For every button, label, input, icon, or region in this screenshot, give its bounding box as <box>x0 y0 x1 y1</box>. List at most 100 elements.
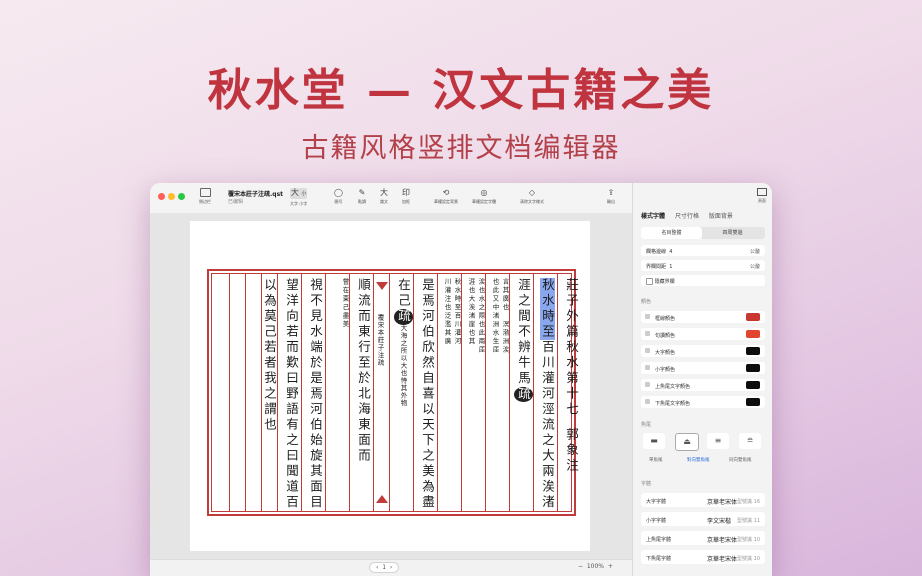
column-gap-field[interactable]: 界欄間距 1 公釐 <box>641 260 765 271</box>
text-column[interactable]: 涯之間不辨牛馬疏 <box>511 274 533 515</box>
prev-page-button[interactable]: ‹ <box>376 564 378 571</box>
zoom-out-button[interactable]: − <box>578 563 583 570</box>
eraser-icon: ◇ <box>528 188 536 197</box>
font-row[interactable]: 上魚尾字體 京華老宋体 型號識 10 <box>641 531 765 545</box>
document-canvas: 莊子外篇秋水第十七郭象注 秋水時至百川灌河涇流之大兩涘渚 涯之間不辨牛馬疏 言其… <box>150 213 632 576</box>
font-row[interactable]: 大字字體 京華老宋体 型號識 16 <box>641 493 765 507</box>
segment-double[interactable]: 四周雙邊 <box>702 227 763 239</box>
tab-layout-background[interactable]: 版面背景 <box>709 213 733 220</box>
font-row[interactable]: 下魚尾字體 京華老宋体 型號識 10 <box>641 550 765 564</box>
small-text-column[interactable]: 涯也大涘渚崖也其 <box>465 274 475 515</box>
zoom-in-button[interactable]: + <box>608 563 613 570</box>
circled-mark: 疏 <box>514 386 533 402</box>
color-section-title: 顏色 <box>641 299 652 305</box>
single-fishtail-icon[interactable]: ▬ <box>643 433 665 449</box>
font-size-label: 大字 小字 <box>290 201 308 206</box>
zoom-window-button[interactable] <box>178 193 185 200</box>
small-text-column[interactable]: 嘗在東己盡美 <box>339 274 349 515</box>
inspector-panel: ⇪ 輸出 頁面 樣式字體 尺寸行格 版面背景 名目整體 四周雙邊 欄格邊線 4 公… <box>607 183 772 576</box>
small-text-column[interactable]: 秋水時至百川灌河 <box>451 274 461 515</box>
share-icon: ⇪ <box>607 188 615 197</box>
set-background-button[interactable]: ⟲ 華權設定背景 <box>434 188 458 205</box>
small-font-glyph: 小 <box>301 191 307 197</box>
app-window: 侧边栏 覆宋本莊子注疏.qst 已编辑 大 小 大字 小字 ◯ 圈号 ✎ 點讀 大識… <box>150 183 772 576</box>
text-column[interactable]: 秋水時至百川灌河涇流之大兩涘渚 <box>535 274 557 515</box>
font-icon: ◎ <box>480 188 488 197</box>
color-row[interactable]: 框線顏色 <box>641 311 765 323</box>
color-row[interactable]: 上魚尾文字顏色 <box>641 379 765 391</box>
small-text-column[interactable]: 川灌注也泛濫其廣 <box>441 274 451 515</box>
fishtail-section-title: 魚尾 <box>641 422 652 428</box>
color-row[interactable]: 小字顏色 <box>641 362 765 374</box>
parallel-fishtail-icon[interactable]: ≡ <box>707 433 729 449</box>
hero-subtitle: 古籍风格竖排文档编辑器 <box>301 133 621 164</box>
brush-icon: ✎ <box>358 188 366 197</box>
hide-rules-checkbox[interactable]: 隱藏界欄 <box>641 275 765 286</box>
close-window-button[interactable] <box>158 193 165 200</box>
font-row[interactable]: 小字字體 李文宋楷 型號識 11 <box>641 512 765 526</box>
page-panel-button[interactable]: 頁面 <box>757 188 767 204</box>
text-column[interactable]: 以為莫己若者我之謂也 <box>262 274 279 515</box>
border-style-segmented: 名目整體 四周雙邊 <box>641 227 765 239</box>
big-font-glyph: 大 <box>290 188 299 197</box>
color-row[interactable]: 下魚尾文字顏色 <box>641 396 765 408</box>
export-button[interactable]: ⇪ 輸出 <box>607 188 615 205</box>
font-size-toggle[interactable]: 大 小 大字 小字 <box>290 188 308 207</box>
text-column[interactable]: 莊子外篇秋水第十七郭象注 <box>559 274 581 515</box>
background-icon: ⟲ <box>442 188 450 197</box>
fishtail-title: 覆宋本莊子注疏 <box>376 314 384 367</box>
color-swatch[interactable] <box>746 330 760 338</box>
text-column[interactable]: 是焉河伯欣然自喜以天下之美為盡 <box>415 274 437 515</box>
color-swatch[interactable] <box>746 381 760 389</box>
text-column[interactable]: 順流而東行至於北海東面而 <box>351 274 373 515</box>
color-swatch[interactable] <box>746 347 760 355</box>
font-section-title: 字體 <box>641 481 652 487</box>
sidebar-icon <box>199 188 211 197</box>
paper-page: 莊子外篇秋水第十七郭象注 秋水時至百川灌河涇流之大兩涘渚 涯之間不辨牛馬疏 言其… <box>190 221 590 551</box>
panel-icon <box>757 188 767 196</box>
page-navigator: ‹ 1 › <box>369 562 400 573</box>
small-text-column[interactable]: 也此又中渚洲水生厓 <box>489 274 499 515</box>
fishtail-column: 覆宋本莊子注疏 <box>374 274 390 511</box>
character-icon: 大 <box>380 188 388 197</box>
segment-single[interactable]: 名目整體 <box>641 227 702 239</box>
color-row[interactable]: 句讀顏色 <box>641 328 765 340</box>
lower-fishtail <box>376 495 388 503</box>
upper-fishtail <box>376 282 388 290</box>
seal-icon: 印 <box>402 188 410 197</box>
set-font-button[interactable]: ◎ 華權設定字體 <box>472 188 496 205</box>
page-frame: 莊子外篇秋水第十七郭象注 秋水時至百川灌河涇流之大兩涘渚 涯之間不辨牛馬疏 言其… <box>207 269 579 516</box>
color-swatch[interactable] <box>746 364 760 372</box>
document-status: 已编辑 <box>228 199 244 205</box>
add-frame-button[interactable]: 印加框 <box>402 188 410 205</box>
hero-title: 秋水堂 — 汉文古籍之美 <box>207 65 715 116</box>
circle-mark-button[interactable]: ◯ 圈号 <box>334 188 343 205</box>
checkbox-icon <box>646 278 653 285</box>
circled-mark: 疏 <box>394 309 413 325</box>
text-style-button[interactable]: 大識文 <box>380 188 388 205</box>
border-width-field[interactable]: 欄格邊線 4 公釐 <box>641 245 765 256</box>
text-column[interactable]: 在己疏大海之所以大也恃其外物 <box>391 274 413 515</box>
panel-tabs: 樣式字體 尺寸行格 版面背景 <box>641 211 765 220</box>
sidebar-toggle-button[interactable]: 侧边栏 <box>194 188 216 205</box>
zoom-control: − 100% + <box>578 563 613 570</box>
toolbar: 侧边栏 覆宋本莊子注疏.qst 已编辑 大 小 大字 小字 ◯ 圈号 ✎ 點讀 大識… <box>150 183 632 214</box>
punctuation-button[interactable]: ✎ 點讀 <box>358 188 366 205</box>
small-text-column[interactable]: 涘也水之際也此兩厓 <box>475 274 485 515</box>
clear-style-button[interactable]: ◇ 清除文字樣式 <box>520 188 544 205</box>
circle-icon: ◯ <box>334 188 343 197</box>
tab-size-grid[interactable]: 尺寸行格 <box>675 213 699 220</box>
next-page-button[interactable]: › <box>390 564 392 571</box>
text-column[interactable]: 視不見水端於是焉河伯始旋其面目 <box>303 274 325 515</box>
document-title: 覆宋本莊子注疏.qst <box>228 191 284 198</box>
small-text-column[interactable]: 言其廣也 溟渤洲涘 <box>499 274 509 515</box>
color-swatch[interactable] <box>746 313 760 321</box>
color-row[interactable]: 大字顏色 <box>641 345 765 357</box>
tab-style-font[interactable]: 樣式字體 <box>641 213 665 220</box>
minimize-window-button[interactable] <box>168 193 175 200</box>
same-fishtail-icon[interactable]: ≘ <box>739 433 761 449</box>
text-column[interactable]: 望洋向若而歎曰野語有之曰聞道百 <box>279 274 301 515</box>
color-swatch[interactable] <box>746 398 760 406</box>
highlighted-text: 秋水時至 <box>540 278 555 340</box>
opposed-fishtail-icon[interactable]: ⏏ <box>675 433 699 451</box>
